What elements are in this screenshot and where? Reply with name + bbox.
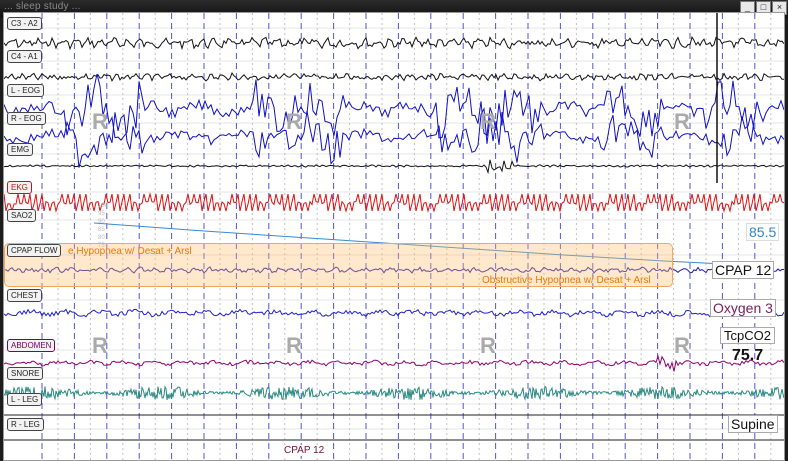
event-label-left: e Hypopnea w/ Desat + Arsl xyxy=(68,246,192,257)
c4-trace xyxy=(4,71,784,82)
channel-label-sao2[interactable]: SAO2 xyxy=(7,209,37,222)
channel-label-c4[interactable]: C4 - A1 xyxy=(7,50,42,63)
sao2-scale-tick: 75 xyxy=(98,243,105,249)
snore-trace xyxy=(4,385,784,402)
l-eog-trace xyxy=(4,73,784,142)
channel-label-leog[interactable]: L - EOG xyxy=(7,84,45,97)
sleep-stage-marker: R xyxy=(480,333,496,358)
channel-label-cpapflow[interactable]: CPAP FLOW xyxy=(7,244,62,257)
channel-label-abdomen[interactable]: ABDOMEN xyxy=(7,339,56,352)
oxygen-readout: Oxygen 3 xyxy=(710,299,776,317)
channel-label-chest[interactable]: CHEST xyxy=(7,289,43,302)
abdomen-trace xyxy=(4,354,784,372)
c3-trace xyxy=(4,35,784,51)
polysomnography-panel[interactable]: e Hypopnea w/ Desat + Arsl Obstructive H… xyxy=(3,12,785,461)
r-eog-trace xyxy=(4,107,784,168)
channel-label-lleg[interactable]: L - LEG xyxy=(7,393,43,406)
sleep-stage-marker: R xyxy=(480,109,496,134)
chest-trace xyxy=(4,308,784,318)
cpap-setting-footer: CPAP 12 xyxy=(282,445,327,456)
channel-label-snore[interactable]: SNORE xyxy=(7,367,44,380)
sao2-scale-tick: 90 xyxy=(98,219,105,225)
channel-label-emg[interactable]: EMG xyxy=(7,143,34,156)
sleep-stage-marker: R xyxy=(674,109,690,134)
tcpco2-label: TcpCO2 xyxy=(720,327,775,344)
channel-label-ekg[interactable]: EKG xyxy=(7,181,32,194)
sao2-scale-tick: 85 xyxy=(98,227,105,233)
emg-trace xyxy=(4,159,784,175)
sao2-scale-tick: 100 xyxy=(98,203,109,209)
channel-label-reog[interactable]: R - EOG xyxy=(7,112,46,125)
ekg-trace xyxy=(4,192,784,213)
sao2-scale-tick: 80 xyxy=(98,235,105,241)
sao2-scale-tick: 95 xyxy=(98,211,105,217)
tcpco2-value: 75.7 xyxy=(732,347,764,364)
channel-label-rleg[interactable]: R - LEG xyxy=(7,418,44,431)
event-label-right: Obstructive Hypopnea w/ Desat + Arsl xyxy=(482,275,651,286)
sleep-stage-marker: R xyxy=(674,333,690,358)
sleep-stage-marker: R xyxy=(286,333,302,358)
sao2-readout: 85.5 xyxy=(746,223,780,241)
trace-canvas xyxy=(4,13,784,460)
channel-label-c3[interactable]: C3 - A2 xyxy=(7,17,42,30)
sleep-stage-marker: R xyxy=(286,109,302,134)
cpap-readout: CPAP 12 xyxy=(712,261,775,279)
sleep-stage-marker: R xyxy=(92,333,108,358)
position-readout: Supine xyxy=(728,415,778,433)
sleep-stage-marker: R xyxy=(92,109,108,134)
